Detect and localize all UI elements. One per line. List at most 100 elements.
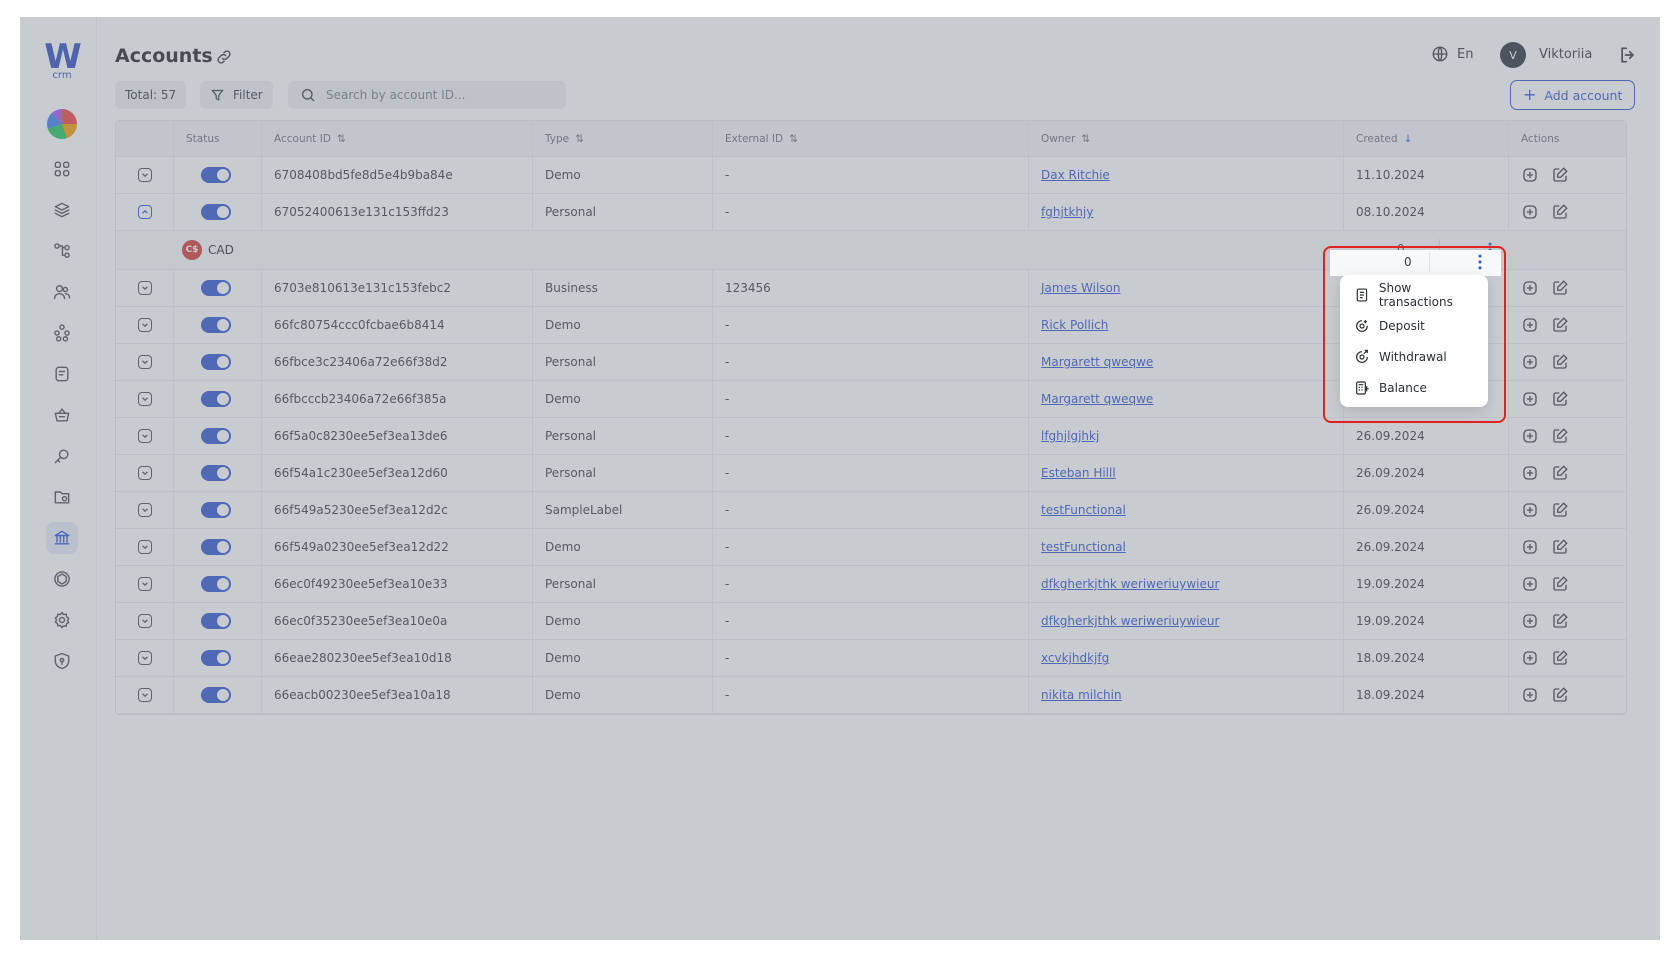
chevron-down-icon[interactable] <box>137 281 152 295</box>
chevron-down-icon[interactable] <box>137 168 152 182</box>
search-input[interactable]: Search by account ID... <box>288 81 566 109</box>
status-toggle[interactable] <box>201 539 231 555</box>
status-toggle[interactable] <box>201 317 231 333</box>
sidebar-item-shield[interactable] <box>46 645 78 677</box>
status-toggle[interactable] <box>201 428 231 444</box>
add-circle-icon[interactable] <box>1521 390 1539 408</box>
sort-desc-icon[interactable]: ↓ <box>1404 133 1413 145</box>
edit-icon[interactable] <box>1551 316 1569 334</box>
owner-link[interactable]: nikita milchin <box>1041 688 1122 702</box>
edit-icon[interactable] <box>1551 575 1569 593</box>
edit-icon[interactable] <box>1551 612 1569 630</box>
status-toggle[interactable] <box>201 391 231 407</box>
language-selector[interactable]: En <box>1431 45 1473 63</box>
sidebar-item-hierarchy[interactable] <box>46 235 78 267</box>
app-logo[interactable]: W crm <box>42 40 82 81</box>
owner-link[interactable]: testFunctional <box>1041 540 1126 554</box>
sort-icon[interactable]: ⇅ <box>575 133 584 145</box>
sidebar-item-tasks[interactable] <box>46 358 78 390</box>
status-toggle[interactable] <box>201 204 231 220</box>
owner-link[interactable]: dfkgherkjthk weriweriuywieur <box>1041 577 1219 591</box>
owner-link[interactable]: Margarett qweqwe <box>1041 355 1153 369</box>
chevron-down-icon[interactable] <box>137 355 152 369</box>
add-circle-icon[interactable] <box>1521 353 1539 371</box>
add-circle-icon[interactable] <box>1521 501 1539 519</box>
chevron-down-icon[interactable] <box>137 466 152 480</box>
sort-icon[interactable]: ⇅ <box>1081 133 1090 145</box>
add-circle-icon[interactable] <box>1521 538 1539 556</box>
add-circle-icon[interactable] <box>1521 464 1539 482</box>
owner-link[interactable]: dfkgherkjthk weriweriuywieur <box>1041 614 1219 628</box>
edit-icon[interactable] <box>1551 649 1569 667</box>
table-row[interactable]: 66f549a5230ee5ef3ea12d2c SampleLabel - test… <box>116 492 1626 529</box>
status-toggle[interactable] <box>201 354 231 370</box>
sidebar-item-settings[interactable] <box>46 604 78 636</box>
chevron-down-icon[interactable] <box>137 503 152 517</box>
add-circle-icon[interactable] <box>1521 427 1539 445</box>
owner-link[interactable]: lfghjlgjhkj <box>1041 429 1099 443</box>
edit-icon[interactable] <box>1551 501 1569 519</box>
table-row[interactable]: 66f54a1c230ee5ef3ea12d60 Personal - Esteban… <box>116 455 1626 492</box>
edit-icon[interactable] <box>1551 203 1569 221</box>
header-type[interactable]: Type ⇅ <box>533 121 713 156</box>
table-row[interactable]: 66ec0f35230ee5ef3ea10e0a Demo - dfkgherkjth… <box>116 603 1626 640</box>
edit-icon[interactable] <box>1551 390 1569 408</box>
add-circle-icon[interactable] <box>1521 166 1539 184</box>
add-circle-icon[interactable] <box>1521 279 1539 297</box>
edit-icon[interactable] <box>1551 166 1569 184</box>
sidebar-item-network[interactable] <box>46 317 78 349</box>
sidebar-item-bank[interactable] <box>46 522 78 554</box>
sidebar-item-cube[interactable] <box>46 563 78 595</box>
status-toggle[interactable] <box>201 613 231 629</box>
sidebar-item-dashboard[interactable] <box>46 153 78 185</box>
table-row[interactable]: 6708408bd5fe8d5e4b9ba84e Demo - Dax Ritchie… <box>116 157 1626 194</box>
avatar[interactable]: V <box>1500 42 1526 68</box>
owner-link[interactable]: testFunctional <box>1041 503 1126 517</box>
edit-icon[interactable] <box>1551 538 1569 556</box>
link-icon[interactable] <box>215 48 233 66</box>
owner-link[interactable]: Margarett qweqwe <box>1041 392 1153 406</box>
chevron-down-icon[interactable] <box>137 540 152 554</box>
status-toggle[interactable] <box>201 167 231 183</box>
table-row[interactable]: 67052400613e131c153ffd23 Personal - fghjtkh… <box>116 194 1626 231</box>
user-name[interactable]: Viktoriia <box>1539 47 1592 62</box>
add-circle-icon[interactable] <box>1521 686 1539 704</box>
table-row[interactable]: 66eacb00230ee5ef3ea10a18 Demo - nikita milc… <box>116 677 1626 714</box>
status-toggle[interactable] <box>201 280 231 296</box>
table-row[interactable]: 66f5a0c8230ee5ef3ea13de6 Personal - lfghjlg… <box>116 418 1626 455</box>
header-account-id[interactable]: Account ID ⇅ <box>262 121 533 156</box>
edit-icon[interactable] <box>1551 427 1569 445</box>
filter-button[interactable]: Filter <box>200 81 273 109</box>
status-toggle[interactable] <box>201 687 231 703</box>
analytics-pie-icon[interactable] <box>47 109 77 139</box>
owner-link[interactable]: Rick Pollich <box>1041 318 1108 332</box>
add-account-button[interactable]: + Add account <box>1510 80 1636 110</box>
header-created[interactable]: Created ↓ <box>1344 121 1509 156</box>
sidebar-item-folder[interactable] <box>46 481 78 513</box>
sidebar-item-layers[interactable] <box>46 194 78 226</box>
chevron-down-icon[interactable] <box>137 392 152 406</box>
edit-icon[interactable] <box>1551 353 1569 371</box>
owner-link[interactable]: xcvkjhdkjfg <box>1041 651 1109 665</box>
edit-icon[interactable] <box>1551 464 1569 482</box>
status-toggle[interactable] <box>201 465 231 481</box>
owner-link[interactable]: fghjtkhjy <box>1041 205 1093 219</box>
chevron-up-icon[interactable] <box>137 205 152 219</box>
sidebar-item-key[interactable] <box>46 440 78 472</box>
owner-link[interactable]: Dax Ritchie <box>1041 168 1110 182</box>
table-row[interactable]: 66eae280230ee5ef3ea10d18 Demo - xcvkjhdkjfg… <box>116 640 1626 677</box>
sort-icon[interactable]: ⇅ <box>789 133 798 145</box>
chevron-down-icon[interactable] <box>137 429 152 443</box>
status-toggle[interactable] <box>201 650 231 666</box>
chevron-down-icon[interactable] <box>137 577 152 591</box>
header-owner[interactable]: Owner ⇅ <box>1029 121 1344 156</box>
chevron-down-icon[interactable] <box>137 688 152 702</box>
owner-link[interactable]: Esteban Hilll <box>1041 466 1116 480</box>
chevron-down-icon[interactable] <box>137 318 152 332</box>
edit-icon[interactable] <box>1551 686 1569 704</box>
add-circle-icon[interactable] <box>1521 649 1539 667</box>
add-circle-icon[interactable] <box>1521 203 1539 221</box>
logout-icon[interactable] <box>1618 45 1638 65</box>
chevron-down-icon[interactable] <box>137 651 152 665</box>
add-circle-icon[interactable] <box>1521 612 1539 630</box>
